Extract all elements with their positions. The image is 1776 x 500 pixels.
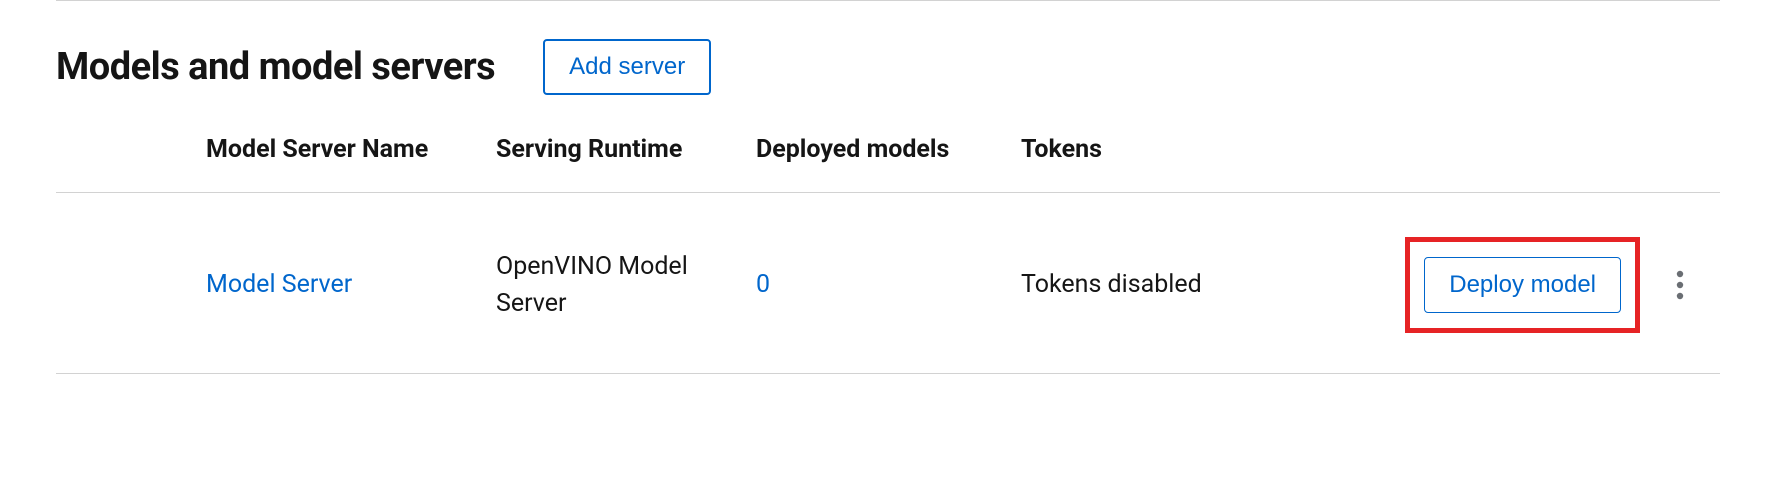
deploy-model-button[interactable]: Deploy model [1424,257,1621,313]
add-server-button[interactable]: Add server [543,39,711,95]
column-header-runtime: Serving Runtime [496,135,756,164]
serving-runtime-cell: OpenVINO Model Server [496,248,756,323]
kebab-menu-icon[interactable] [1660,265,1700,305]
tokens-cell: Tokens disabled [1021,266,1211,304]
highlight-annotation: Deploy model [1405,237,1640,333]
model-server-name-link[interactable]: Model Server [206,270,352,299]
table-row: Model Server OpenVINO Model Server 0 Tok… [56,193,1720,374]
deployed-models-link[interactable]: 0 [756,270,770,299]
column-header-name: Model Server Name [206,135,496,164]
section-title: Models and model servers [56,45,495,89]
column-header-deployed: Deployed models [756,135,1021,164]
column-header-tokens: Tokens [1021,135,1211,164]
model-servers-table: Model Server Name Serving Runtime Deploy… [56,135,1720,374]
